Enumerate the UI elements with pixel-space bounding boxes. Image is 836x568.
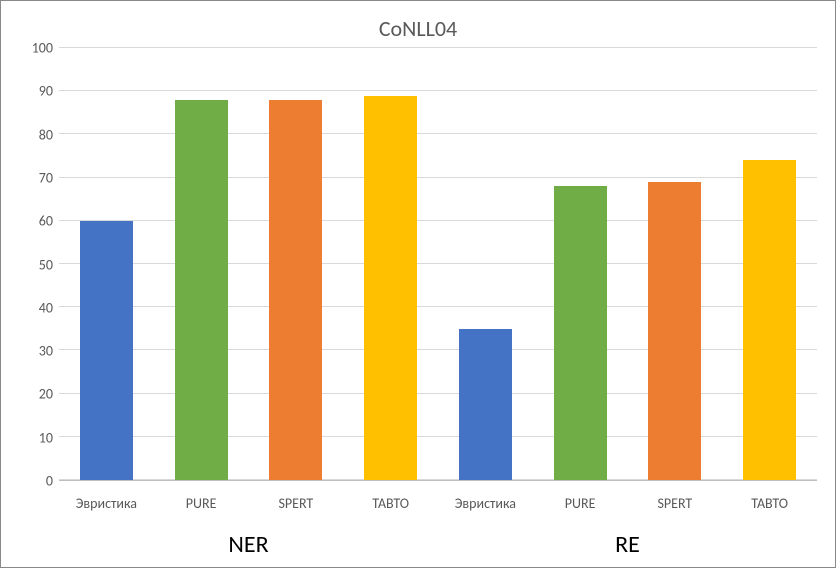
y-tick-label: 90: [39, 83, 53, 100]
bar-slot: [154, 48, 249, 480]
bar: [80, 221, 133, 480]
bar-slot: [438, 48, 533, 480]
bar-label: TABTO: [343, 495, 438, 512]
bar: [459, 329, 512, 480]
bar: [175, 100, 228, 480]
bar-slot: [722, 48, 817, 480]
bar-label: PURE: [533, 495, 628, 512]
y-tick-label: 70: [39, 169, 53, 186]
y-tick-label: 40: [39, 299, 53, 316]
bar-label: Эвристика: [59, 495, 154, 512]
bar: [554, 186, 607, 480]
bar-slot: [343, 48, 438, 480]
bar-label: SPERT: [628, 495, 723, 512]
y-tick-label: 10: [39, 429, 53, 446]
bar-slot: [533, 48, 628, 480]
y-tick-label: 100: [32, 40, 53, 57]
bar-slot: [249, 48, 344, 480]
y-tick-label: 60: [39, 213, 53, 230]
bar-group: [438, 48, 817, 480]
bar-label: TABTO: [722, 495, 817, 512]
bar-label: SPERT: [249, 495, 344, 512]
bar: [364, 96, 417, 480]
bar-slot: [628, 48, 723, 480]
y-tick-label: 20: [39, 386, 53, 403]
bar: [648, 182, 701, 480]
chart-frame: CoNLL04 0 10 20 30 40 50 60 70 80 90 100 Эвристика…: [0, 0, 836, 568]
x-axis: ЭвристикаPURESPERTTABTONERЭвристикаPURES…: [19, 491, 817, 567]
plot-area-wrap: 0102030405060708090100: [19, 48, 817, 481]
group-label: RE: [438, 530, 817, 559]
y-tick-label: 30: [39, 343, 53, 360]
bar: [743, 160, 796, 480]
bar-group: [59, 48, 438, 480]
bar-slot: [59, 48, 154, 480]
y-axis: 0102030405060708090100: [19, 48, 59, 481]
chart-title: CoNLL04: [1, 15, 835, 42]
y-tick-label: 80: [39, 126, 53, 143]
bars-layer: [59, 48, 817, 480]
bar-label: PURE: [154, 495, 249, 512]
group-label: NER: [59, 530, 438, 559]
y-tick-label: 0: [46, 473, 53, 490]
bar-labels-row: ЭвристикаPURESPERTTABTO: [438, 495, 817, 512]
x-groups: ЭвристикаPURESPERTTABTONERЭвристикаPURES…: [59, 491, 817, 567]
y-tick-label: 50: [39, 256, 53, 273]
x-group: ЭвристикаPURESPERTTABTO NER: [59, 491, 438, 567]
bar-labels-row: ЭвристикаPURESPERTTABTO: [59, 495, 438, 512]
bar-label: Эвристика: [438, 495, 533, 512]
x-group: ЭвристикаPURESPERTTABTO RE: [438, 491, 817, 567]
plot-area: [59, 48, 817, 481]
bar: [269, 100, 322, 480]
